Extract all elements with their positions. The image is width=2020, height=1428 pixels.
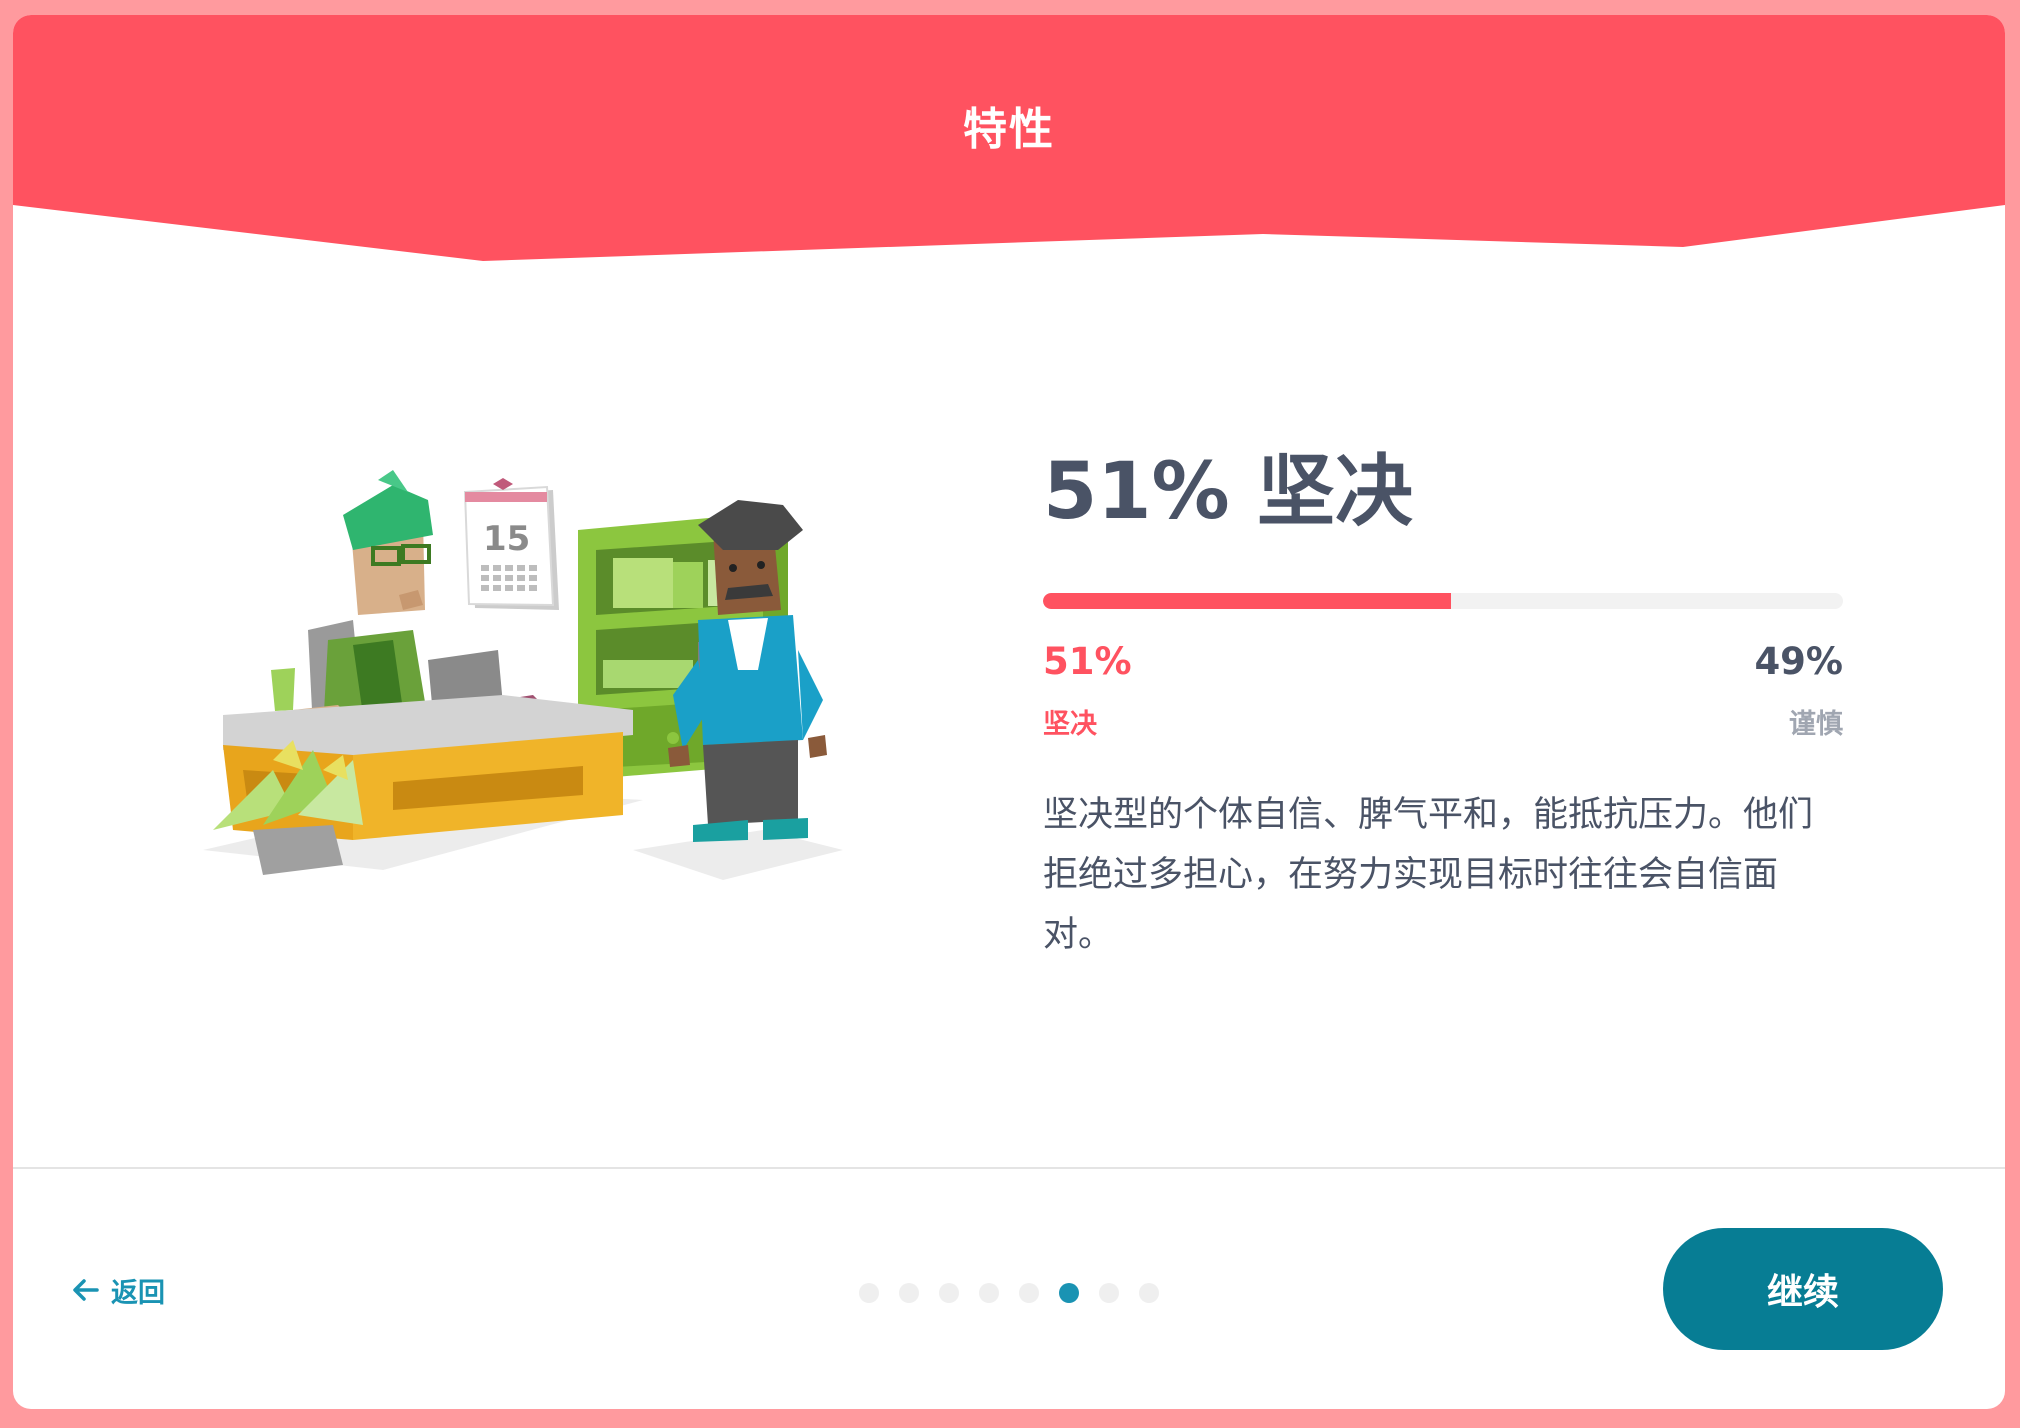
footer-divider	[13, 1167, 2005, 1169]
trait-title: 51% 坚决	[1043, 447, 1413, 537]
pagination-dot[interactable]	[1139, 1283, 1159, 1303]
trait-progress-fill	[1043, 593, 1451, 609]
cup-icon	[271, 668, 295, 711]
trait-description: 坚决型的个体自信、脾气平和，能抵抗压力。他们拒绝过多担心，在努力实现目标时往往会…	[1043, 795, 1814, 955]
pagination-dot[interactable]	[1019, 1283, 1039, 1303]
header-banner: 特性	[13, 15, 2005, 285]
arrow-left-icon	[73, 1279, 99, 1301]
pagination-dot[interactable]	[939, 1283, 959, 1303]
back-label: 返回	[111, 1277, 165, 1309]
page-title: 特性	[963, 104, 1055, 155]
pagination-dot[interactable]	[1059, 1283, 1079, 1303]
trait-progress-bar	[1043, 593, 1843, 609]
pagination-dot[interactable]	[859, 1283, 879, 1303]
pagination-dot[interactable]	[1099, 1283, 1119, 1303]
result-card: 特性 15 51% 坚决 51% 坚决 49% 谨慎 坚决型的个体自信、脾气平和…	[13, 15, 2005, 1409]
calendar-day: 15	[483, 519, 530, 559]
continue-button[interactable]: 继续	[1663, 1228, 1943, 1350]
left-percent: 51%	[1043, 640, 1132, 683]
calendar-icon: 15	[463, 478, 559, 610]
left-label: 坚决	[1043, 709, 1097, 740]
pagination-dots	[859, 1283, 1159, 1303]
desk	[223, 695, 633, 840]
right-label: 谨慎	[1789, 709, 1843, 740]
back-button[interactable]: 返回	[71, 1270, 165, 1310]
pagination-dot[interactable]	[899, 1283, 919, 1303]
office-illustration: 15	[203, 470, 883, 910]
pagination-dot[interactable]	[979, 1283, 999, 1303]
right-percent: 49%	[1754, 640, 1843, 683]
